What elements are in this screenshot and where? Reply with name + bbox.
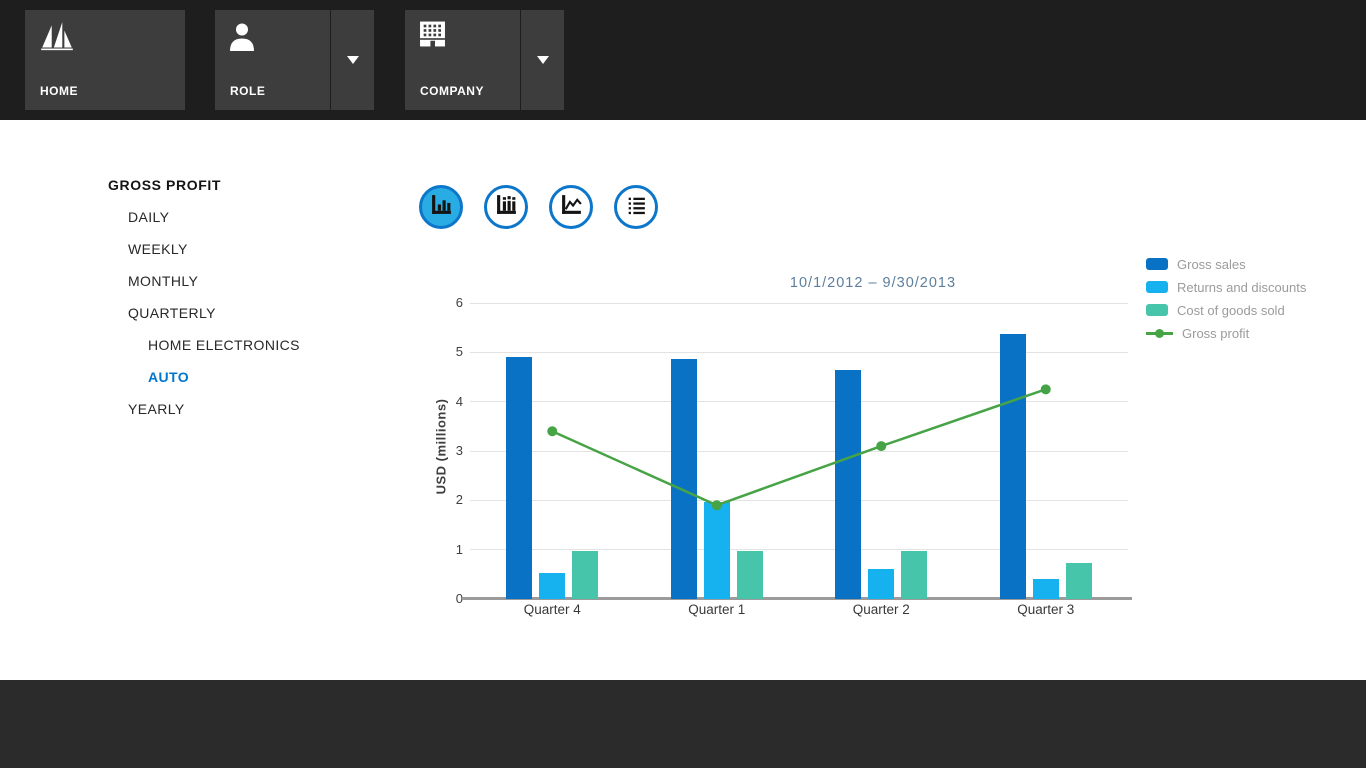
legend-item-gross-sales: Gross sales — [1146, 258, 1306, 270]
bar-gross-sales — [671, 359, 697, 599]
legend-item-gross-profit: Gross profit — [1146, 327, 1306, 339]
role-dropdown-button[interactable] — [331, 10, 374, 110]
stacked-column-chart-button[interactable] — [484, 185, 528, 229]
x-tick-label: Quarter 2 — [821, 602, 941, 617]
x-tick-label: Quarter 4 — [492, 602, 612, 617]
cost-of-goods-swatch — [1146, 304, 1168, 316]
gridline — [470, 401, 1128, 402]
line-chart-icon — [560, 193, 583, 221]
gridline — [470, 500, 1128, 501]
chart-title: 10/1/2012 – 9/30/2013 — [673, 275, 1073, 291]
y-tick-label: 0 — [425, 591, 463, 606]
bar-cost-of-goods-sold — [1066, 563, 1092, 599]
building-icon — [419, 20, 446, 53]
bar-cost-of-goods-sold — [737, 551, 763, 599]
app-window: HOME ROLE — [0, 0, 1366, 768]
y-tick-label: 6 — [425, 295, 463, 310]
chart-legend: Gross sales Returns and discounts Cost o… — [1146, 258, 1306, 350]
stacked-column-chart-icon — [495, 193, 518, 221]
bar-cost-of-goods-sold — [572, 551, 598, 599]
sidebar-item-yearly[interactable]: YEARLY — [128, 401, 185, 417]
sidebar-item-home-electronics[interactable]: HOME ELECTRONICS — [148, 337, 300, 353]
y-tick-label: 5 — [425, 344, 463, 359]
home-tile-label: HOME — [40, 84, 78, 98]
legend-item-returns-discounts: Returns and discounts — [1146, 281, 1306, 293]
gridline — [470, 451, 1128, 452]
line-chart-button[interactable] — [549, 185, 593, 229]
gridline — [470, 549, 1128, 550]
gridline — [470, 352, 1128, 353]
company-tile[interactable]: COMPANY — [405, 10, 520, 110]
chevron-down-icon — [347, 56, 359, 64]
returns-discounts-swatch — [1146, 281, 1168, 293]
column-chart-button[interactable] — [419, 185, 463, 229]
sidebar-title-gross-profit: GROSS PROFIT — [108, 177, 221, 193]
nav-logo-icon — [38, 21, 76, 60]
person-icon — [228, 21, 256, 58]
bar-returns-and-discounts — [868, 569, 894, 599]
column-chart-icon — [430, 193, 453, 221]
bar-returns-and-discounts — [539, 573, 565, 599]
x-tick-label: Quarter 1 — [657, 602, 777, 617]
sidebar-item-auto[interactable]: AUTO — [148, 369, 189, 385]
gross-sales-swatch — [1146, 258, 1168, 270]
bottom-app-bar: i Info Lync Refresh — [0, 680, 1366, 768]
gross-profit-line-swatch — [1146, 327, 1173, 339]
role-tile-label: ROLE — [230, 84, 265, 98]
x-tick-label: Quarter 3 — [986, 602, 1106, 617]
sidebar-item-quarterly[interactable]: QUARTERLY — [128, 305, 216, 321]
chevron-down-icon — [537, 56, 549, 64]
bar-gross-sales — [1000, 334, 1026, 599]
company-dropdown-button[interactable] — [521, 10, 564, 110]
sidebar-item-weekly[interactable]: WEEKLY — [128, 241, 188, 257]
bar-returns-and-discounts — [704, 502, 730, 599]
sidebar-item-daily[interactable]: DAILY — [128, 209, 169, 225]
top-app-bar: HOME ROLE — [0, 0, 1366, 120]
y-tick-label: 2 — [425, 492, 463, 507]
sidebar-item-monthly[interactable]: MONTHLY — [128, 273, 198, 289]
bar-returns-and-discounts — [1033, 579, 1059, 599]
bar-gross-sales — [835, 370, 861, 599]
home-tile[interactable]: HOME — [25, 10, 185, 110]
bar-gross-sales — [506, 357, 532, 599]
company-tile-label: COMPANY — [420, 84, 484, 98]
list-view-icon — [625, 193, 648, 221]
gridline — [470, 303, 1128, 304]
y-tick-label: 4 — [425, 394, 463, 409]
y-tick-label: 1 — [425, 542, 463, 557]
y-tick-label: 3 — [425, 443, 463, 458]
bar-cost-of-goods-sold — [901, 551, 927, 599]
list-view-button[interactable] — [614, 185, 658, 229]
role-tile[interactable]: ROLE — [215, 10, 330, 110]
legend-item-cost-of-goods: Cost of goods sold — [1146, 304, 1306, 316]
